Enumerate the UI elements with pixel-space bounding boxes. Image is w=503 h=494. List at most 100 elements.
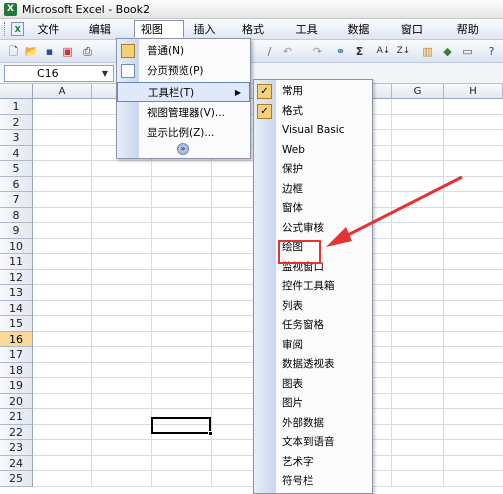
view-menu-toolbars[interactable]: 工具栏(T) ▶ [117,82,250,102]
menu-file[interactable]: 文件(F) [30,20,79,52]
row-header[interactable]: 9 [0,223,33,239]
table-row: 1 [0,99,503,115]
new-icon[interactable]: 🗋 [6,44,21,59]
row-header[interactable]: 10 [0,238,33,254]
toolbar-menu-item-label: 图表 [282,377,303,390]
autosum-icon[interactable]: Σ [352,44,367,59]
menu-insert[interactable]: 插入(I) [186,20,232,52]
fill-handle[interactable] [208,431,213,436]
drawing-icon[interactable]: ◆ [440,44,455,59]
menu-view[interactable]: 视图(V) [133,20,185,52]
active-cell-c16[interactable] [151,417,213,436]
row-header[interactable]: 22 [0,424,33,440]
toolbar-menu-item[interactable]: Visual Basic [254,121,372,141]
toolbar-menu-item[interactable]: 控件工具箱 [254,277,372,297]
row-header[interactable]: 21 [0,409,33,425]
toolbar-menu-item-label: 控件工具箱 [282,280,335,292]
toolbar-menu-item[interactable]: 审阅 [254,336,372,356]
view-menu-zoom[interactable]: 显示比例(Z)... [117,123,250,143]
undo-icon[interactable]: ↶ [280,44,295,59]
toolbar-menu-item[interactable]: 文本到语音 [254,433,372,453]
view-menu-page-break-label: 分页预览(P) [147,65,204,77]
row-header[interactable]: 20 [0,393,33,409]
worksheet-grid[interactable]: A B C D E F G H 123456789101112131415161… [0,84,503,494]
view-menu-page-break-preview[interactable]: 分页预览(P) [117,61,250,81]
row-header[interactable]: 13 [0,285,33,301]
redo-icon[interactable]: ↷ [310,44,325,59]
help-icon[interactable]: ? [484,44,499,59]
menu-window[interactable]: 窗口(W) [394,20,448,52]
workbook-icon[interactable]: X [10,22,25,36]
row-header[interactable]: 6 [0,176,33,192]
row-header[interactable]: 3 [0,130,33,146]
name-box[interactable]: C16 ▼ [4,65,114,82]
permission-icon[interactable]: ▣ [60,44,75,59]
view-menu-toolbars-label: 工具栏(T) [148,87,195,99]
row-header[interactable]: 17 [0,347,33,363]
row-header[interactable]: 8 [0,207,33,223]
toolbar-menu-item[interactable]: ✓ 格式 [254,102,372,122]
zoom-icon[interactable]: ▭ [460,44,475,59]
sort-descending-icon[interactable]: Z↓ [396,44,411,59]
row-header[interactable]: 7 [0,192,33,208]
view-menu-zoom-label: 显示比例(Z)... [147,127,215,139]
submenu-arrow-icon: ▶ [234,88,241,97]
menu-data[interactable]: 数据(D) [340,20,391,52]
row-header[interactable]: 12 [0,269,33,285]
toolbar-menu-item-label: Visual Basic [282,124,345,136]
open-icon[interactable]: 📂 [24,44,39,59]
toolbar-menu-item[interactable]: 外部数据 [254,414,372,434]
menu-tools[interactable]: 工具(T) [289,20,339,52]
row-header[interactable]: 1 [0,99,33,115]
row-header[interactable]: 11 [0,254,33,270]
toolbar-menu-item[interactable]: 数据透视表 [254,355,372,375]
toolbar-menu-item[interactable]: 符号栏 [254,472,372,492]
row-header[interactable]: 2 [0,114,33,130]
double-chevron-down-icon[interactable]: » [177,143,189,155]
select-all-corner[interactable] [0,84,33,99]
toolbar-menu-item[interactable]: ✓ 常用 [254,82,372,102]
toolbar-menu-item[interactable]: Web [254,141,372,161]
column-header-h[interactable]: H [444,84,503,99]
toolbar-menu-item-label: 窗体 [282,202,303,214]
table-row: 11 [0,254,503,270]
view-menu-normal[interactable]: 普通(N) [117,41,250,61]
save-icon[interactable]: ▪ [42,44,57,59]
row-header[interactable]: 5 [0,161,33,177]
toolbar-menu-item-label: 符号栏 [282,475,314,487]
menu-format[interactable]: 格式(O) [235,20,287,52]
row-header[interactable]: 18 [0,362,33,378]
row-header[interactable]: 25 [0,471,33,487]
row-header[interactable]: 24 [0,455,33,471]
column-header-g[interactable]: G [392,84,444,99]
row-header[interactable]: 19 [0,378,33,394]
toolbar-menu-item[interactable]: 图片 [254,394,372,414]
menu-help[interactable]: 帮助(H) [450,20,501,52]
row-header[interactable]: 16 [0,331,33,347]
table-row: 13 [0,285,503,301]
row-header[interactable]: 15 [0,316,33,332]
print-icon[interactable]: ⎙ [80,44,95,59]
table-row: 25 [0,471,503,487]
row-header[interactable]: 14 [0,300,33,316]
row-header[interactable]: 4 [0,145,33,161]
toolbar-menu-item[interactable]: 列表 [254,297,372,317]
chart-wizard-icon[interactable]: ▥ [420,44,435,59]
menu-edit[interactable]: 编辑(E) [82,20,132,52]
toolbar-menu-item[interactable]: 图表 [254,375,372,395]
column-header-a[interactable]: A [33,84,92,99]
table-row: 20 [0,393,503,409]
toolbar-menu-item-label: 常用 [282,85,303,97]
format-painter-icon[interactable]: / [262,44,277,59]
hyperlink-icon[interactable]: ⚭ [333,44,348,59]
row-header[interactable]: 23 [0,440,33,456]
toolbar-menu-item-label: 边框 [282,182,303,195]
menu-grip-icon [4,22,7,36]
sort-ascending-icon[interactable]: A↓ [376,44,391,59]
table-row: 18 [0,362,503,378]
view-menu-custom-views[interactable]: 视图管理器(V)... [117,103,250,123]
toolbar-menu-item[interactable]: 任务窗格 [254,316,372,336]
column-headers: A B C D E F G H [0,84,503,99]
toolbar-menu-item[interactable]: 艺术字 [254,453,372,473]
chevron-down-icon[interactable]: ▼ [99,67,111,80]
